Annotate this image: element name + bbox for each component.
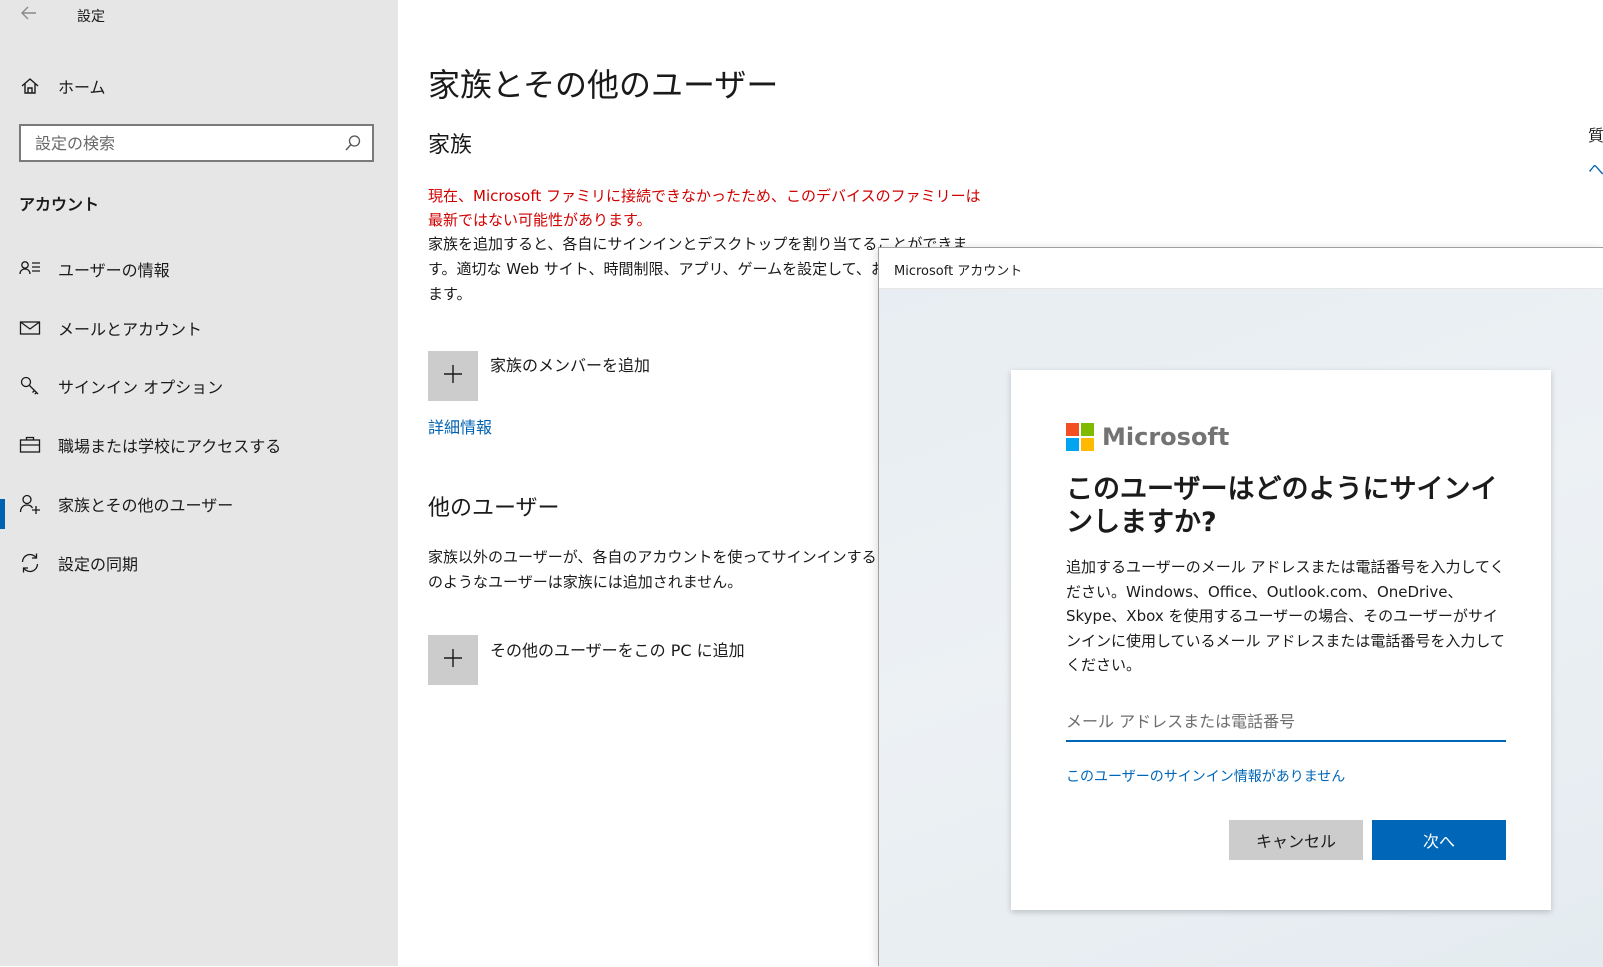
person-add-icon bbox=[18, 492, 42, 516]
signin-card: Microsoft このユーザーはどのようにサインインしますか? 追加するユーザ… bbox=[1011, 370, 1551, 910]
search-icon[interactable] bbox=[344, 134, 362, 152]
sidebar-item-label: メールとアカウント bbox=[58, 320, 203, 339]
sidebar-item-label: 職場または学校にアクセスする bbox=[58, 437, 282, 456]
sidebar-item-family-other-users[interactable]: 家族とその他のユーザー bbox=[18, 488, 388, 520]
sidebar-item-user-info[interactable]: ユーザーの情報 bbox=[18, 253, 388, 285]
other-users-description-line2: のようなユーザーは家族には追加されません。 bbox=[428, 573, 743, 591]
home-icon bbox=[18, 74, 42, 98]
search-box bbox=[19, 124, 374, 162]
sync-icon bbox=[18, 551, 42, 575]
plus-icon bbox=[442, 647, 464, 673]
family-description-tail: ます。 bbox=[428, 285, 472, 303]
add-other-user-button[interactable] bbox=[428, 635, 478, 685]
other-users-heading: 他のユーザー bbox=[428, 496, 560, 521]
logo-square-blue bbox=[1066, 438, 1079, 451]
mail-icon bbox=[18, 316, 42, 340]
microsoft-logo-icon bbox=[1066, 423, 1094, 451]
sidebar-item-sync-settings[interactable]: 設定の同期 bbox=[18, 547, 388, 579]
nav-home[interactable]: ホーム bbox=[18, 72, 378, 100]
back-arrow-icon[interactable] bbox=[18, 2, 42, 26]
email-phone-input[interactable] bbox=[1066, 702, 1506, 742]
briefcase-icon bbox=[18, 433, 42, 457]
plus-icon bbox=[442, 363, 464, 389]
sidebar-item-label: ユーザーの情報 bbox=[58, 261, 170, 280]
add-other-user-label[interactable]: その他のユーザーをこの PC に追加 bbox=[490, 637, 745, 661]
dialog-title: Microsoft アカウント bbox=[894, 264, 1023, 279]
logo-square-yellow bbox=[1081, 438, 1094, 451]
sidebar-item-label: 家族とその他のユーザー bbox=[58, 496, 234, 515]
sidebar-item-email-accounts[interactable]: メールとアカウント bbox=[18, 312, 388, 344]
dialog-body: Microsoft このユーザーはどのようにサインインしますか? 追加するユーザ… bbox=[879, 289, 1603, 967]
sidebar-item-label: サインイン オプション bbox=[58, 378, 224, 397]
nav-home-label: ホーム bbox=[58, 78, 106, 97]
microsoft-account-dialog: Microsoft アカウント Microsoft このユーザーはどのようにサイ… bbox=[878, 247, 1603, 967]
active-indicator bbox=[0, 499, 5, 529]
section-label-account: アカウント bbox=[19, 195, 100, 214]
person-list-icon bbox=[18, 257, 42, 281]
sidebar-item-label: 設定の同期 bbox=[58, 555, 139, 574]
cancel-button[interactable]: キャンセル bbox=[1229, 820, 1363, 860]
family-warning-text: 現在、Microsoft ファミリに接続できなかったため、このデバイスのファミリ… bbox=[428, 187, 981, 229]
no-signin-info-link[interactable]: このユーザーのサインイン情報がありません bbox=[1066, 766, 1345, 786]
other-users-description-text: 家族以外のユーザーが、各自のアカウントを使ってサインインすること bbox=[428, 548, 907, 566]
settings-sidebar: 設定 ホーム アカウント ユーザーの情報 メールとアカウント サインイン オプシ… bbox=[0, 0, 398, 966]
key-icon bbox=[18, 374, 42, 398]
next-button[interactable]: 次へ bbox=[1372, 820, 1506, 860]
more-info-link[interactable]: 詳細情報 bbox=[428, 414, 492, 438]
dialog-description: 追加するユーザーのメール アドレスまたは電話番号を入力してください。Window… bbox=[1066, 558, 1505, 674]
right-edge-heading: 質 bbox=[1588, 126, 1603, 145]
app-title: 設定 bbox=[77, 9, 105, 25]
dialog-heading: このユーザーはどのようにサインインしますか? bbox=[1066, 474, 1498, 538]
microsoft-logo: Microsoft bbox=[1066, 423, 1229, 451]
dialog-titlebar[interactable]: Microsoft アカウント bbox=[879, 248, 1603, 289]
sidebar-item-work-school[interactable]: 職場または学校にアクセスする bbox=[18, 429, 388, 461]
logo-square-green bbox=[1081, 423, 1094, 436]
right-edge-link[interactable]: ヘ bbox=[1588, 156, 1603, 180]
logo-square-red bbox=[1066, 423, 1079, 436]
family-heading: 家族 bbox=[428, 133, 473, 158]
add-family-member-label[interactable]: 家族のメンバーを追加 bbox=[490, 352, 650, 376]
add-family-member-button[interactable] bbox=[428, 351, 478, 401]
search-input[interactable] bbox=[21, 126, 372, 160]
sidebar-item-signin-options[interactable]: サインイン オプション bbox=[18, 370, 388, 402]
page-title: 家族とその他のユーザー bbox=[428, 66, 779, 104]
microsoft-brand-text: Microsoft bbox=[1102, 423, 1230, 451]
